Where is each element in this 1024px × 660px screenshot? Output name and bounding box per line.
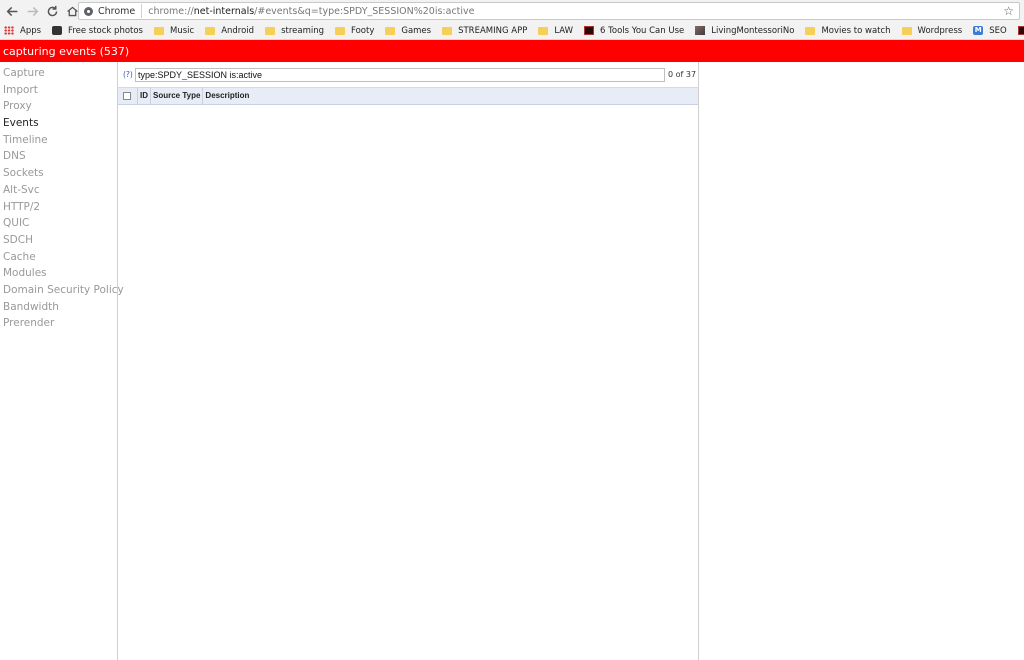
folder-icon	[805, 26, 816, 35]
tab-sockets[interactable]: Sockets	[0, 165, 117, 182]
bookmark-item[interactable]: Wordpress	[901, 25, 963, 36]
tab-events[interactable]: Events	[0, 115, 117, 132]
tab-alt-svc[interactable]: Alt-Svc	[0, 182, 117, 199]
bookmark-item[interactable]: LivingMontessoriNo	[695, 26, 794, 36]
site-info-chip[interactable]: Chrome	[79, 4, 143, 18]
url-path: /#events&q=type:SPDY_SESSION%20is:active	[254, 5, 475, 17]
tab-capture[interactable]: Capture	[0, 65, 117, 82]
bookmarks-bar: Apps Free stock photos Music Android streami…	[0, 22, 1024, 40]
column-header-id[interactable]: ID	[137, 87, 151, 105]
address-bar[interactable]: Chrome chrome:// net-internals /#events&…	[78, 2, 1020, 20]
folder-icon	[205, 26, 216, 35]
bookmark-item[interactable]: M SEO	[973, 25, 1007, 36]
bookmark-label: Movies to watch	[821, 25, 891, 36]
bookmark-label: LAW	[554, 25, 574, 36]
bookmark-label: Wordpress	[917, 25, 963, 36]
folder-icon	[265, 26, 276, 35]
bookmark-label: SEO	[989, 25, 1007, 36]
bookmark-label: Android	[221, 25, 255, 36]
capture-status-text: capturing events (537)	[3, 44, 130, 58]
folder-icon	[901, 26, 912, 35]
tab-switcher: Capture Import Proxy Events Timeline DNS Socke…	[0, 62, 124, 660]
net-internals-page: Capture Import Proxy Events Timeline DNS Socke…	[0, 62, 1024, 660]
bookmark-label: Apps	[20, 25, 42, 36]
tab-quic[interactable]: QUIC	[0, 215, 117, 232]
bookmark-item[interactable]: Android	[205, 26, 254, 36]
camera-icon	[52, 26, 63, 35]
bookmark-star-icon[interactable]: ☆	[1003, 4, 1014, 18]
apps-grid-icon	[4, 26, 14, 35]
folder-icon	[154, 26, 164, 35]
tab-domain-security-policy[interactable]: Domain Security Policy	[0, 282, 124, 299]
tab-sdch[interactable]: SDCH	[0, 232, 117, 249]
column-header-description[interactable]: Description	[203, 87, 251, 105]
bookmark-label: Music	[170, 25, 195, 36]
column-header-source-type[interactable]: Source Type	[151, 87, 204, 105]
tab-modules[interactable]: Modules	[0, 265, 117, 282]
bookmark-label: LivingMontessoriNo	[711, 25, 795, 36]
reload-button[interactable]	[42, 1, 62, 21]
chrome-page-icon	[84, 6, 93, 16]
m-site-icon: M	[973, 26, 984, 35]
bookmark-item[interactable]: Music	[154, 26, 194, 36]
folder-icon	[335, 26, 345, 35]
tab-proxy[interactable]: Proxy	[0, 98, 117, 115]
site-icon	[1017, 26, 1024, 35]
bookmark-label: Free stock photos	[68, 25, 143, 36]
filter-help-link[interactable]: (?)	[123, 70, 133, 79]
select-all-checkbox[interactable]	[123, 92, 131, 100]
browser-toolbar: Chrome chrome:// net-internals /#events&…	[0, 0, 1024, 22]
events-view: (?) 0 of 37 ID Source Type Description	[118, 62, 699, 660]
bookmark-item[interactable]: streaming	[265, 26, 324, 36]
bookmark-label: Footy	[351, 25, 375, 36]
bookmark-item[interactable]: STREAMING APP	[442, 26, 527, 36]
site-icon	[584, 26, 595, 35]
tab-dns[interactable]: DNS	[0, 148, 117, 165]
folder-icon	[538, 26, 549, 35]
home-icon	[66, 6, 78, 16]
bookmark-item[interactable]: Free stock photos	[52, 26, 143, 36]
arrow-right-icon	[27, 6, 38, 16]
site-photo-icon	[695, 26, 706, 35]
back-button[interactable]	[2, 1, 22, 21]
filter-input[interactable]	[135, 68, 665, 82]
url-scheme: chrome://	[148, 5, 194, 17]
bookmark-label: streaming	[281, 25, 324, 36]
match-count: 0 of 37	[668, 70, 697, 79]
bookmark-item[interactable]: LAW	[538, 26, 573, 36]
tab-cache[interactable]: Cache	[0, 249, 117, 266]
filter-bar: (?) 0 of 37	[118, 62, 698, 86]
bookmark-label: Games	[401, 25, 432, 36]
chip-label: Chrome	[98, 5, 136, 17]
bookmark-item[interactable]: Apps	[4, 26, 41, 36]
bookmark-label: STREAMING APP	[458, 25, 528, 36]
bookmark-item[interactable]: 6 Tools You Can Use	[584, 26, 684, 36]
tab-bandwidth[interactable]: Bandwidth	[0, 299, 117, 316]
bookmark-item[interactable]: Games	[385, 26, 431, 36]
reload-icon	[47, 5, 57, 16]
bookmark-item[interactable]: The best free culture	[1017, 26, 1024, 36]
capture-status-bar: capturing events (537)	[0, 40, 1024, 62]
bookmark-item[interactable]: Footy	[335, 26, 374, 36]
tab-import[interactable]: Import	[0, 82, 117, 99]
bookmark-item[interactable]: Movies to watch	[805, 25, 891, 36]
tab-prerender[interactable]: Prerender	[0, 315, 117, 332]
arrow-left-icon	[6, 6, 17, 16]
url-host: net-internals	[193, 5, 255, 17]
folder-icon	[385, 26, 396, 35]
tab-timeline[interactable]: Timeline	[0, 132, 117, 149]
events-table-header: ID Source Type Description	[118, 87, 698, 105]
forward-button[interactable]	[22, 1, 42, 21]
tab-http-2[interactable]: HTTP/2	[0, 199, 117, 216]
folder-icon	[442, 26, 453, 35]
bookmark-label: 6 Tools You Can Use	[600, 25, 685, 36]
